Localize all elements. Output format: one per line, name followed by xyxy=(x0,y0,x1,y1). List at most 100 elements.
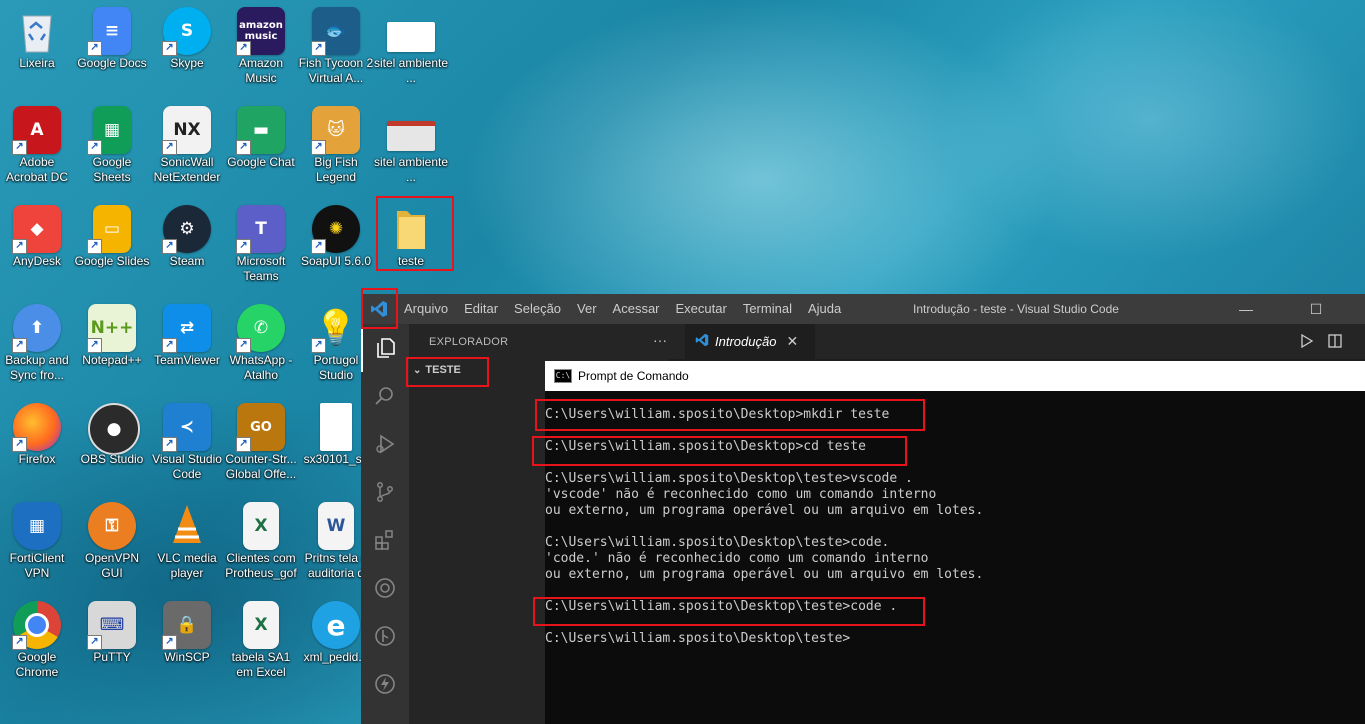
shortcut-arrow-icon: ↗ xyxy=(311,41,326,56)
menu-selecao[interactable]: Seleção xyxy=(506,294,569,324)
more-actions-icon[interactable]: ··· xyxy=(653,332,667,348)
desktop-icon-label: OBS Studio xyxy=(80,452,144,466)
desktop-icon-backup-sync[interactable]: ⬆ ↗ Backup and Sync fro... xyxy=(0,301,76,393)
tab-introducao[interactable]: Introdução ✕ xyxy=(685,324,815,359)
desktop-icon-label: sitel ambiente ... xyxy=(373,56,449,85)
folder-icon xyxy=(387,205,435,253)
desktop-icon-label: Microsoft Teams xyxy=(236,254,286,283)
split-editor-icon[interactable] xyxy=(1327,333,1343,352)
window-title: Introdução - teste - Visual Studio Code xyxy=(913,302,1119,316)
close-icon[interactable]: ✕ xyxy=(786,333,798,350)
desktop-icon-forticlient[interactable]: ▦ FortiClient VPN xyxy=(0,499,76,591)
desktop-icon-openvpn[interactable]: ⚿ OpenVPN GUI xyxy=(73,499,151,591)
desktop-icon-anydesk[interactable]: ◆ ↗ AnyDesk xyxy=(0,202,76,294)
cmd-icon: C:\ xyxy=(554,369,572,383)
menu-ver[interactable]: Ver xyxy=(569,294,605,324)
desktop-icon-csgo[interactable]: GO ↗ Counter-Str... Global Offe... xyxy=(222,400,300,492)
desktop-icon-vlc[interactable]: VLC media player xyxy=(148,499,226,591)
lightning-icon[interactable] xyxy=(361,660,409,708)
desktop-icon-adobe-acrobat[interactable]: A ↗ Adobe Acrobat DC xyxy=(0,103,76,195)
git-graph-icon[interactable] xyxy=(361,612,409,660)
internet-explorer-icon: e xyxy=(312,601,360,649)
desktop-icon-google-chat[interactable]: ▬ ↗ Google Chat xyxy=(222,103,300,195)
shortcut-arrow-icon: ↗ xyxy=(311,239,326,254)
cmd-line: C:\Users\william.sposito\Desktop\teste>c… xyxy=(545,535,890,550)
desktop-icon-google-slides[interactable]: ▭ ↗ Google Slides xyxy=(73,202,151,294)
explorer-folder-teste[interactable]: ⌄ TESTE xyxy=(413,364,461,376)
desktop-icon-label: tabela SA1 em Excel xyxy=(231,650,291,679)
menu-arquivo[interactable]: Arquivo xyxy=(396,294,456,324)
desktop-icon-amazon-music[interactable]: amazon music ↗ Amazon Music xyxy=(222,4,300,96)
chevron-down-icon: ⌄ xyxy=(413,364,422,376)
menu-ajuda[interactable]: Ajuda xyxy=(800,294,849,324)
folder-name: TESTE xyxy=(425,364,461,376)
menu-terminal[interactable]: Terminal xyxy=(735,294,800,324)
desktop-icon-clientes-excel[interactable]: X Clientes com Protheus_gof xyxy=(222,499,300,591)
desktop-icon-big-fish-legend[interactable]: 🐱 ↗ Big Fish Legend xyxy=(297,103,375,195)
shortcut-arrow-icon: ↗ xyxy=(12,635,27,650)
desktop-icon-label: WinSCP xyxy=(164,650,210,664)
cmd-line: C:\Users\william.sposito\Desktop>mkdir t… xyxy=(545,407,890,422)
desktop-icon-steam[interactable]: ⚙ ↗ Steam xyxy=(148,202,226,294)
desktop-icon-obs[interactable]: ● OBS Studio xyxy=(73,400,151,492)
desktop-icon-label: Lixeira xyxy=(19,56,55,70)
desktop-icon-label: Skype xyxy=(170,56,204,70)
cmd-prompt-line[interactable]: C:\Users\william.sposito\Desktop\teste> xyxy=(545,631,850,647)
desktop-icon-soapui[interactable]: ✺ ↗ SoapUI 5.6.0 xyxy=(297,202,375,294)
desktop-icon-teams[interactable]: T ↗ Microsoft Teams xyxy=(222,202,300,294)
screenshot-file-icon xyxy=(387,121,435,151)
menu-executar[interactable]: Executar xyxy=(668,294,735,324)
shortcut-arrow-icon: ↗ xyxy=(236,239,251,254)
desktop-icon-label: Backup and Sync fro... xyxy=(5,353,69,382)
desktop-icon-firefox[interactable]: ↗ Firefox xyxy=(0,400,76,492)
desktop-icon-winscp[interactable]: 🔒 ↗ WinSCP xyxy=(148,598,226,690)
desktop-icon-google-sheets[interactable]: ▦ ↗ Google Sheets xyxy=(73,103,151,195)
source-control-icon[interactable] xyxy=(361,468,409,516)
run-debug-icon[interactable] xyxy=(361,420,409,468)
menu-acessar[interactable]: Acessar xyxy=(605,294,668,324)
desktop-icon-notepad-plus[interactable]: N++ ↗ Notepad++ xyxy=(73,301,151,393)
command-prompt-window[interactable]: C:\ Prompt de Comando C:\Users\william.s… xyxy=(545,361,1365,724)
desktop-icon-fish-tycoon[interactable]: 🐟 ↗ Fish Tycoon 2 Virtual A... xyxy=(297,4,375,96)
maximize-button[interactable]: ☐ xyxy=(1293,294,1339,324)
desktop-icon-folder-teste[interactable]: teste xyxy=(372,202,450,294)
desktop-icon-sitel-1[interactable]: sitel ambiente ... xyxy=(372,4,450,96)
desktop-icon-skype[interactable]: S ↗ Skype xyxy=(148,4,226,96)
excel-icon: X xyxy=(243,502,279,550)
run-icon[interactable] xyxy=(1299,333,1315,352)
remote-explorer-icon[interactable] xyxy=(361,564,409,612)
desktop-icon-lixeira[interactable]: Lixeira xyxy=(0,4,76,96)
shortcut-arrow-icon: ↗ xyxy=(236,338,251,353)
desktop-icon-sitel-2[interactable]: sitel ambiente ... xyxy=(372,103,450,195)
menu-editar[interactable]: Editar xyxy=(456,294,506,324)
search-icon[interactable] xyxy=(361,372,409,420)
desktop-icon-label: teste xyxy=(397,254,424,268)
desktop-icon-tabela-sa1[interactable]: X tabela SA1 em Excel xyxy=(222,598,300,690)
desktop-icon-sonicwall[interactable]: NX ↗ SonicWall NetExtender xyxy=(148,103,226,195)
shortcut-arrow-icon: ↗ xyxy=(311,338,326,353)
desktop-icon-label: PuTTY xyxy=(93,650,131,664)
desktop-icon-vscode[interactable]: ≺ ↗ Visual Studio Code xyxy=(148,400,226,492)
shortcut-arrow-icon: ↗ xyxy=(12,338,27,353)
cmd-line: ou externo, um programa operável ou um a… xyxy=(545,503,984,518)
shortcut-arrow-icon: ↗ xyxy=(162,239,177,254)
vscode-logo-icon xyxy=(695,333,709,350)
desktop-icon-label: Visual Studio Code xyxy=(152,452,222,481)
desktop-icon-putty[interactable]: ⌨ ↗ PuTTY xyxy=(73,598,151,690)
editor-tabs: Introdução ✕ xyxy=(669,324,1365,359)
desktop-icon-label: Clientes com Protheus_gof xyxy=(225,551,297,580)
screenshot-file-icon xyxy=(387,22,435,52)
explorer-icon[interactable] xyxy=(361,324,409,372)
desktop-icon-whatsapp[interactable]: ✆ ↗ WhatsApp - Atalho xyxy=(222,301,300,393)
desktop-icon-chrome[interactable]: ↗ Google Chrome xyxy=(0,598,76,690)
desktop-icon-label: sitel ambiente ... xyxy=(373,155,449,184)
document-file-icon xyxy=(320,403,352,451)
desktop-icon-teamviewer[interactable]: ⇄ ↗ TeamViewer xyxy=(148,301,226,393)
shortcut-arrow-icon: ↗ xyxy=(162,140,177,155)
openvpn-icon: ⚿ xyxy=(88,502,136,550)
shortcut-arrow-icon: ↗ xyxy=(311,140,326,155)
minimize-button[interactable]: — xyxy=(1223,294,1269,324)
desktop-icon-google-docs[interactable]: ≡ ↗ Google Docs xyxy=(73,4,151,96)
extensions-icon[interactable] xyxy=(361,516,409,564)
shortcut-arrow-icon: ↗ xyxy=(236,41,251,56)
